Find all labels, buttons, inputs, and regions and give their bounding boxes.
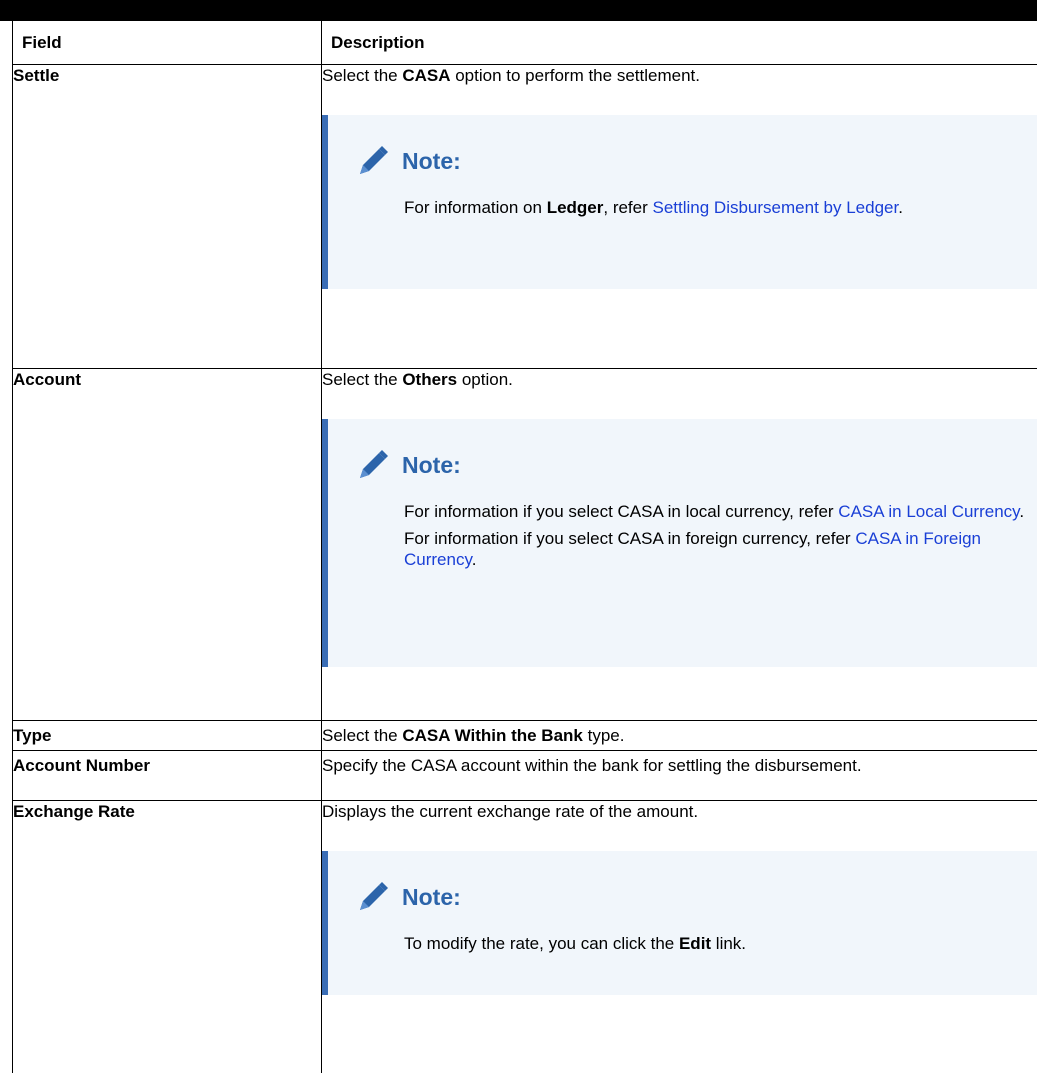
description-exchange-rate: Displays the current exchange rate of th…	[321, 800, 1037, 1073]
table-row: Account Number Specify the CASA account …	[12, 750, 1037, 801]
link-settling-disbursement-by-ledger[interactable]: Settling Disbursement by Ledger	[653, 198, 899, 217]
field-exchange-rate: Exchange Rate	[12, 800, 322, 1073]
pencil-icon	[360, 146, 388, 174]
field-account-number: Account Number	[12, 750, 322, 801]
note-header: Note:	[328, 115, 1037, 183]
pencil-icon	[360, 882, 388, 910]
description-text: Displays the current exchange rate of th…	[322, 802, 699, 821]
table-row: Settle Select the CASA option to perform…	[12, 64, 1037, 369]
note-header: Note:	[328, 419, 1037, 487]
table-header-row: Field Description	[12, 21, 1037, 65]
field-type: Type	[12, 720, 322, 751]
description-type: Select the CASA Within the Bank type.	[321, 720, 1037, 751]
note-line: For information if you select CASA in fo…	[404, 529, 982, 569]
description-account: Select the Others option. Note: For info…	[321, 368, 1037, 721]
top-rule	[0, 0, 1037, 21]
note-body: For information on Ledger, refer Settlin…	[328, 183, 1037, 218]
note-body: For information if you select CASA in lo…	[328, 487, 1037, 570]
header-field: Field	[12, 21, 322, 65]
note-title: Note:	[402, 883, 461, 910]
note-header: Note:	[328, 851, 1037, 919]
note-line: For information on Ledger, refer Settlin…	[404, 198, 903, 217]
note-box: Note: To modify the rate, you can click …	[322, 851, 1037, 995]
link-casa-in-local-currency[interactable]: CASA in Local Currency	[838, 502, 1019, 521]
description-text: Select the CASA Within the Bank type.	[322, 726, 625, 745]
table-row: Type Select the CASA Within the Bank typ…	[12, 720, 1037, 751]
description-text: Select the Others option.	[322, 370, 513, 389]
field-description-table: Field Description Settle Select the CASA…	[12, 21, 1037, 1073]
note-line: For information if you select CASA in lo…	[404, 502, 1025, 521]
description-text: Select the CASA option to perform the se…	[322, 66, 700, 85]
field-settle: Settle	[12, 64, 322, 369]
description-text: Specify the CASA account within the bank…	[322, 756, 862, 775]
note-title: Note:	[402, 451, 461, 478]
note-box: Note: For information on Ledger, refer S…	[322, 115, 1037, 289]
note-body: To modify the rate, you can click the Ed…	[328, 919, 1037, 954]
description-account-number: Specify the CASA account within the bank…	[321, 750, 1037, 801]
header-description: Description	[321, 21, 1037, 65]
table-row: Account Select the Others option. Note:	[12, 368, 1037, 721]
note-title: Note:	[402, 147, 461, 174]
note-box: Note: For information if you select CASA…	[322, 419, 1037, 667]
table-row: Exchange Rate Displays the current excha…	[12, 800, 1037, 1073]
description-settle: Select the CASA option to perform the se…	[321, 64, 1037, 369]
pencil-icon	[360, 450, 388, 478]
note-line: To modify the rate, you can click the Ed…	[404, 934, 747, 953]
field-account: Account	[12, 368, 322, 721]
document-page: Field Description Settle Select the CASA…	[0, 0, 1037, 1073]
